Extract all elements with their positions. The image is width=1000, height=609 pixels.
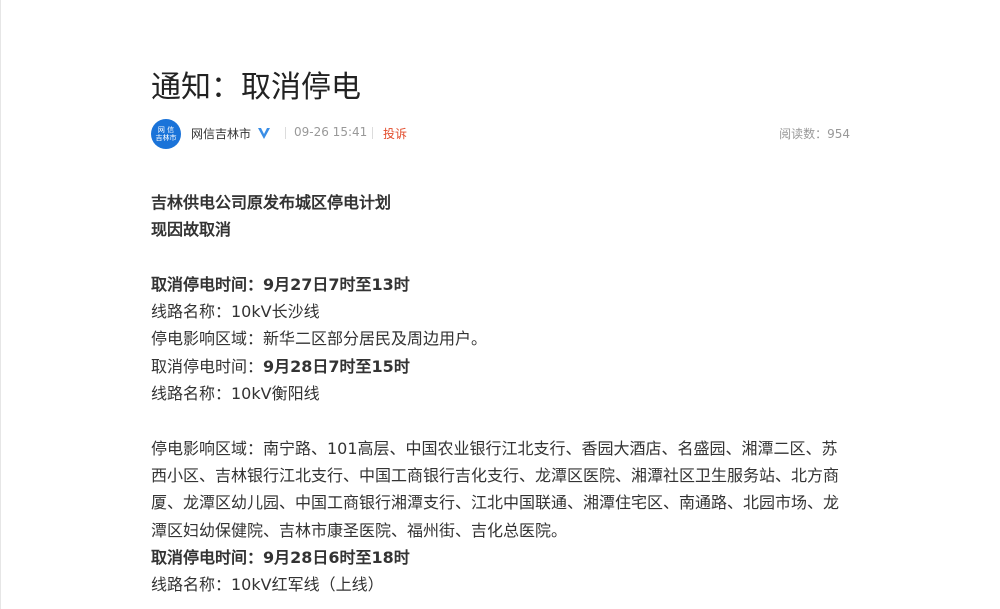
article-meta: 网 信 吉林市 网信吉林市 09-26 15:41 投诉 阅读数：954 <box>151 118 850 150</box>
avatar-line-1: 网 信 <box>157 126 175 134</box>
report-link[interactable]: 投诉 <box>383 125 407 142</box>
meta-separator <box>372 127 373 139</box>
line-name-2: 线路名称：10kV衡阳线 <box>151 384 320 404</box>
read-count: 阅读数：954 <box>779 127 850 141</box>
source-avatar[interactable]: 网 信 吉林市 <box>151 119 181 149</box>
intro-line-2: 现因故取消 <box>151 220 232 240</box>
cancel-time-2-label: 取消停电时间： <box>151 356 264 376</box>
cancel-time-1: 取消停电时间：9月27日7时至13时 <box>151 274 410 294</box>
cancel-time-3: 取消停电时间：9月28日6时至18时 <box>151 547 410 567</box>
page-left-border <box>0 0 1 609</box>
avatar-line-2: 吉林市 <box>155 134 177 142</box>
intro-line-1: 吉林供电公司原发布城区停电计划 <box>151 193 392 212</box>
publish-time: 09-26 15:41 <box>294 125 368 139</box>
affected-area-1: 停电影响区域：新华二区部分居民及周边用户。 <box>151 329 488 349</box>
cancel-time-2-value: 9月28日7时至15时 <box>263 356 410 376</box>
cancel-time-2: 取消停电时间：9月28日7时至15时 <box>151 353 850 380</box>
meta-separator <box>285 127 286 139</box>
article-title: 通知：取消停电 <box>151 70 361 105</box>
line-name-1: 线路名称：10kV长沙线 <box>151 302 320 322</box>
line-name-3: 线路名称：10kV红军线（上线） <box>151 575 384 595</box>
source-name-link[interactable]: 网信吉林市 <box>191 125 251 142</box>
verified-v-icon <box>258 128 270 139</box>
article-body: 吉林供电公司原发布城区停电计划 现因故取消 取消停电时间：9月27日7时至13时… <box>151 189 850 598</box>
affected-area-2: 停电影响区域：南宁路、101高层、中国农业银行江北支行、香园大酒店、名盛园、湘潭… <box>151 438 840 540</box>
